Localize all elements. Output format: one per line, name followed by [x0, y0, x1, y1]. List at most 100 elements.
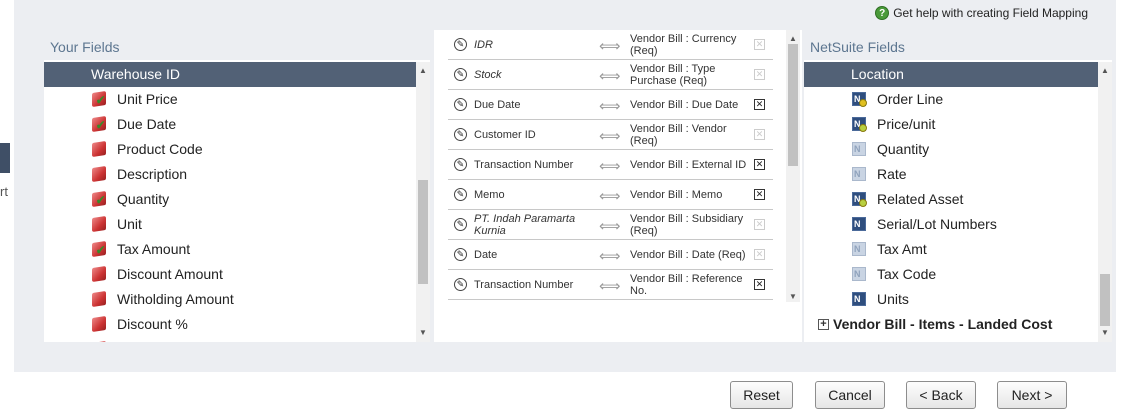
edit-pencil-icon[interactable]: ✎ — [454, 38, 467, 51]
remove-mapping-icon[interactable]: ✕ — [754, 189, 765, 200]
edit-pencil-icon[interactable]: ✎ — [454, 98, 467, 111]
help-link-label: Get help with creating Field Mapping — [893, 6, 1088, 20]
mapping-target: Vendor Bill : Type Purchase (Req) — [630, 63, 716, 87]
cube-icon — [92, 316, 106, 332]
netsuite-fields-scrollbar[interactable]: ▲ ▼ — [1098, 62, 1112, 342]
edit-pencil-icon[interactable]: ✎ — [454, 68, 467, 81]
your-fields-scrollbar[interactable]: ▲ ▼ — [416, 62, 430, 342]
mapping-target: Vendor Bill : External ID — [630, 159, 747, 171]
scroll-down-arrow-icon[interactable]: ▼ — [786, 290, 800, 304]
netsuite-badge-icon — [852, 112, 867, 137]
scroll-thumb[interactable] — [1100, 274, 1110, 326]
edit-pencil-icon[interactable]: ✎ — [454, 158, 467, 171]
mapping-target: Vendor Bill : Due Date — [630, 99, 739, 111]
edit-pencil-icon[interactable]: ✎ — [454, 188, 467, 201]
list-item[interactable]: Witholding Amount — [44, 287, 416, 312]
list-item[interactable]: Product Code — [44, 137, 416, 162]
list-item[interactable]: Tax Code — [804, 262, 1098, 287]
remove-mapping-icon[interactable]: ✕ — [754, 279, 765, 290]
edit-pencil-icon[interactable]: ✎ — [454, 278, 467, 291]
list-item[interactable]: Unit — [44, 212, 416, 237]
list-item[interactable]: Units — [804, 287, 1098, 312]
list-item[interactable]: Tax Amt — [804, 237, 1098, 262]
mapping-source: Transaction Number — [474, 279, 574, 291]
mapping-row[interactable]: ✎ Transaction Number ⟺ Vendor Bill : Extern… — [448, 150, 773, 180]
netsuite-light-icon — [852, 137, 866, 162]
group-item[interactable]: +Vendor Bill - Billing Address — [804, 337, 1098, 342]
reset-button[interactable]: Reset — [730, 381, 793, 409]
cube-icon — [92, 141, 106, 157]
list-item[interactable]: Unit Price — [44, 87, 416, 112]
list-item-label: Quantity — [877, 141, 930, 157]
list-item-label: Serial/Lot Numbers — [877, 216, 997, 232]
list-item[interactable]: Tax Rate — [44, 337, 416, 342]
list-item[interactable]: Quantity — [44, 187, 416, 212]
scroll-down-arrow-icon[interactable]: ▼ — [1098, 326, 1112, 340]
mapping-row[interactable]: ✎ Date ⟺ Vendor Bill : Date (Req) ✕ — [448, 240, 773, 270]
mapping-target: Vendor Bill : Currency (Req) — [630, 33, 737, 57]
list-item[interactable]: Discount Amount — [44, 262, 416, 287]
list-item[interactable]: Price/unit — [804, 112, 1098, 137]
list-item[interactable]: Related Asset — [804, 187, 1098, 212]
list-item-label: Discount Amount — [117, 266, 223, 282]
your-fields-list[interactable]: Warehouse ID Unit Price Due Date Product C… — [44, 62, 416, 342]
list-item-label: Discount % — [117, 316, 188, 332]
group-item-label: Vendor Bill - Billing Address — [833, 337, 1021, 342]
list-item-label: Tax Amount — [117, 241, 191, 257]
list-item[interactable]: Description — [44, 162, 416, 187]
netsuite-icon — [852, 287, 866, 312]
list-item[interactable]: Discount % — [44, 312, 416, 337]
list-item[interactable]: Serial/Lot Numbers — [804, 212, 1098, 237]
next-button[interactable]: Next > — [997, 381, 1067, 409]
cancel-button[interactable]: Cancel — [815, 381, 885, 409]
double-arrow-icon: ⟺ — [599, 248, 621, 265]
your-fields-selected-item[interactable]: Warehouse ID — [44, 62, 416, 87]
scroll-up-arrow-icon[interactable]: ▲ — [1098, 64, 1112, 78]
netsuite-fields-selected-item[interactable]: Location — [804, 62, 1098, 87]
remove-mapping-icon[interactable]: ✕ — [754, 159, 765, 170]
cube-icon — [92, 266, 106, 282]
scroll-thumb[interactable] — [788, 44, 798, 166]
scroll-thumb[interactable] — [418, 180, 428, 284]
back-button[interactable]: < Back — [906, 381, 976, 409]
double-arrow-icon: ⟺ — [599, 278, 621, 295]
mapping-panel: ✎ IDR ⟺ Vendor Bill : Currency (Req) ✕ ✎ Stock… — [434, 30, 802, 342]
list-item-label: Tax Rate — [117, 337, 172, 342]
mapping-row[interactable]: ✎ Memo ⟺ Vendor Bill : Memo ✕ — [448, 180, 773, 210]
mapping-scrollbar[interactable]: ▲ ▼ — [786, 30, 800, 302]
double-arrow-icon: ⟺ — [599, 38, 621, 55]
mapping-target: Vendor Bill : Vendor (Req) — [630, 123, 727, 147]
list-item[interactable]: Due Date — [44, 112, 416, 137]
mapping-row[interactable]: ✎ Stock ⟺ Vendor Bill : Type Purchase (Req)… — [448, 60, 773, 90]
edit-pencil-icon[interactable]: ✎ — [454, 218, 467, 231]
remove-mapping-icon[interactable]: ✕ — [754, 99, 765, 110]
mapping-row[interactable]: ✎ Transaction Number ⟺ Vendor Bill : Refere… — [448, 270, 773, 300]
mapping-target: Vendor Bill : Date (Req) — [630, 249, 746, 261]
remove-mapping-icon: ✕ — [754, 39, 765, 50]
cube-check-icon — [92, 191, 106, 207]
list-item-label: Rate — [877, 166, 907, 182]
group-item[interactable]: + Vendor Bill - Items - Landed Cost — [804, 312, 1098, 337]
edit-pencil-icon[interactable]: ✎ — [454, 128, 467, 141]
scroll-down-arrow-icon[interactable]: ▼ — [416, 326, 430, 340]
mapping-target: Vendor Bill : Subsidiary (Req) — [630, 213, 744, 237]
mapping-row[interactable]: ✎ PT. Indah Paramarta Kurnia ⟺ Vendor Bill … — [448, 210, 773, 240]
list-item[interactable]: Rate — [804, 162, 1098, 187]
help-link[interactable]: ? Get help with creating Field Mapping — [875, 6, 1088, 20]
netsuite-fields-list[interactable]: Location Order Line Price/unit Quantity Rat… — [804, 62, 1098, 342]
list-item-label: Product Code — [117, 141, 203, 157]
mapping-row[interactable]: ✎ Due Date ⟺ Vendor Bill : Due Date ✕ — [448, 90, 773, 120]
edit-pencil-icon[interactable]: ✎ — [454, 248, 467, 261]
mapping-row[interactable]: ✎ IDR ⟺ Vendor Bill : Currency (Req) ✕ — [448, 30, 773, 60]
left-nav-tab[interactable] — [0, 143, 10, 173]
list-item[interactable]: Order Line — [804, 87, 1098, 112]
mapping-target: Vendor Bill : Memo — [630, 189, 723, 201]
scroll-up-arrow-icon[interactable]: ▲ — [416, 64, 430, 78]
list-item[interactable]: Quantity — [804, 137, 1098, 162]
expand-plus-icon[interactable]: + — [818, 319, 829, 330]
badge-icon — [859, 199, 867, 207]
netsuite-fields-header: NetSuite Fields — [804, 32, 1112, 60]
mapping-source: Memo — [474, 189, 505, 201]
list-item[interactable]: Tax Amount — [44, 237, 416, 262]
mapping-row[interactable]: ✎ Customer ID ⟺ Vendor Bill : Vendor (Req) ✕ — [448, 120, 773, 150]
